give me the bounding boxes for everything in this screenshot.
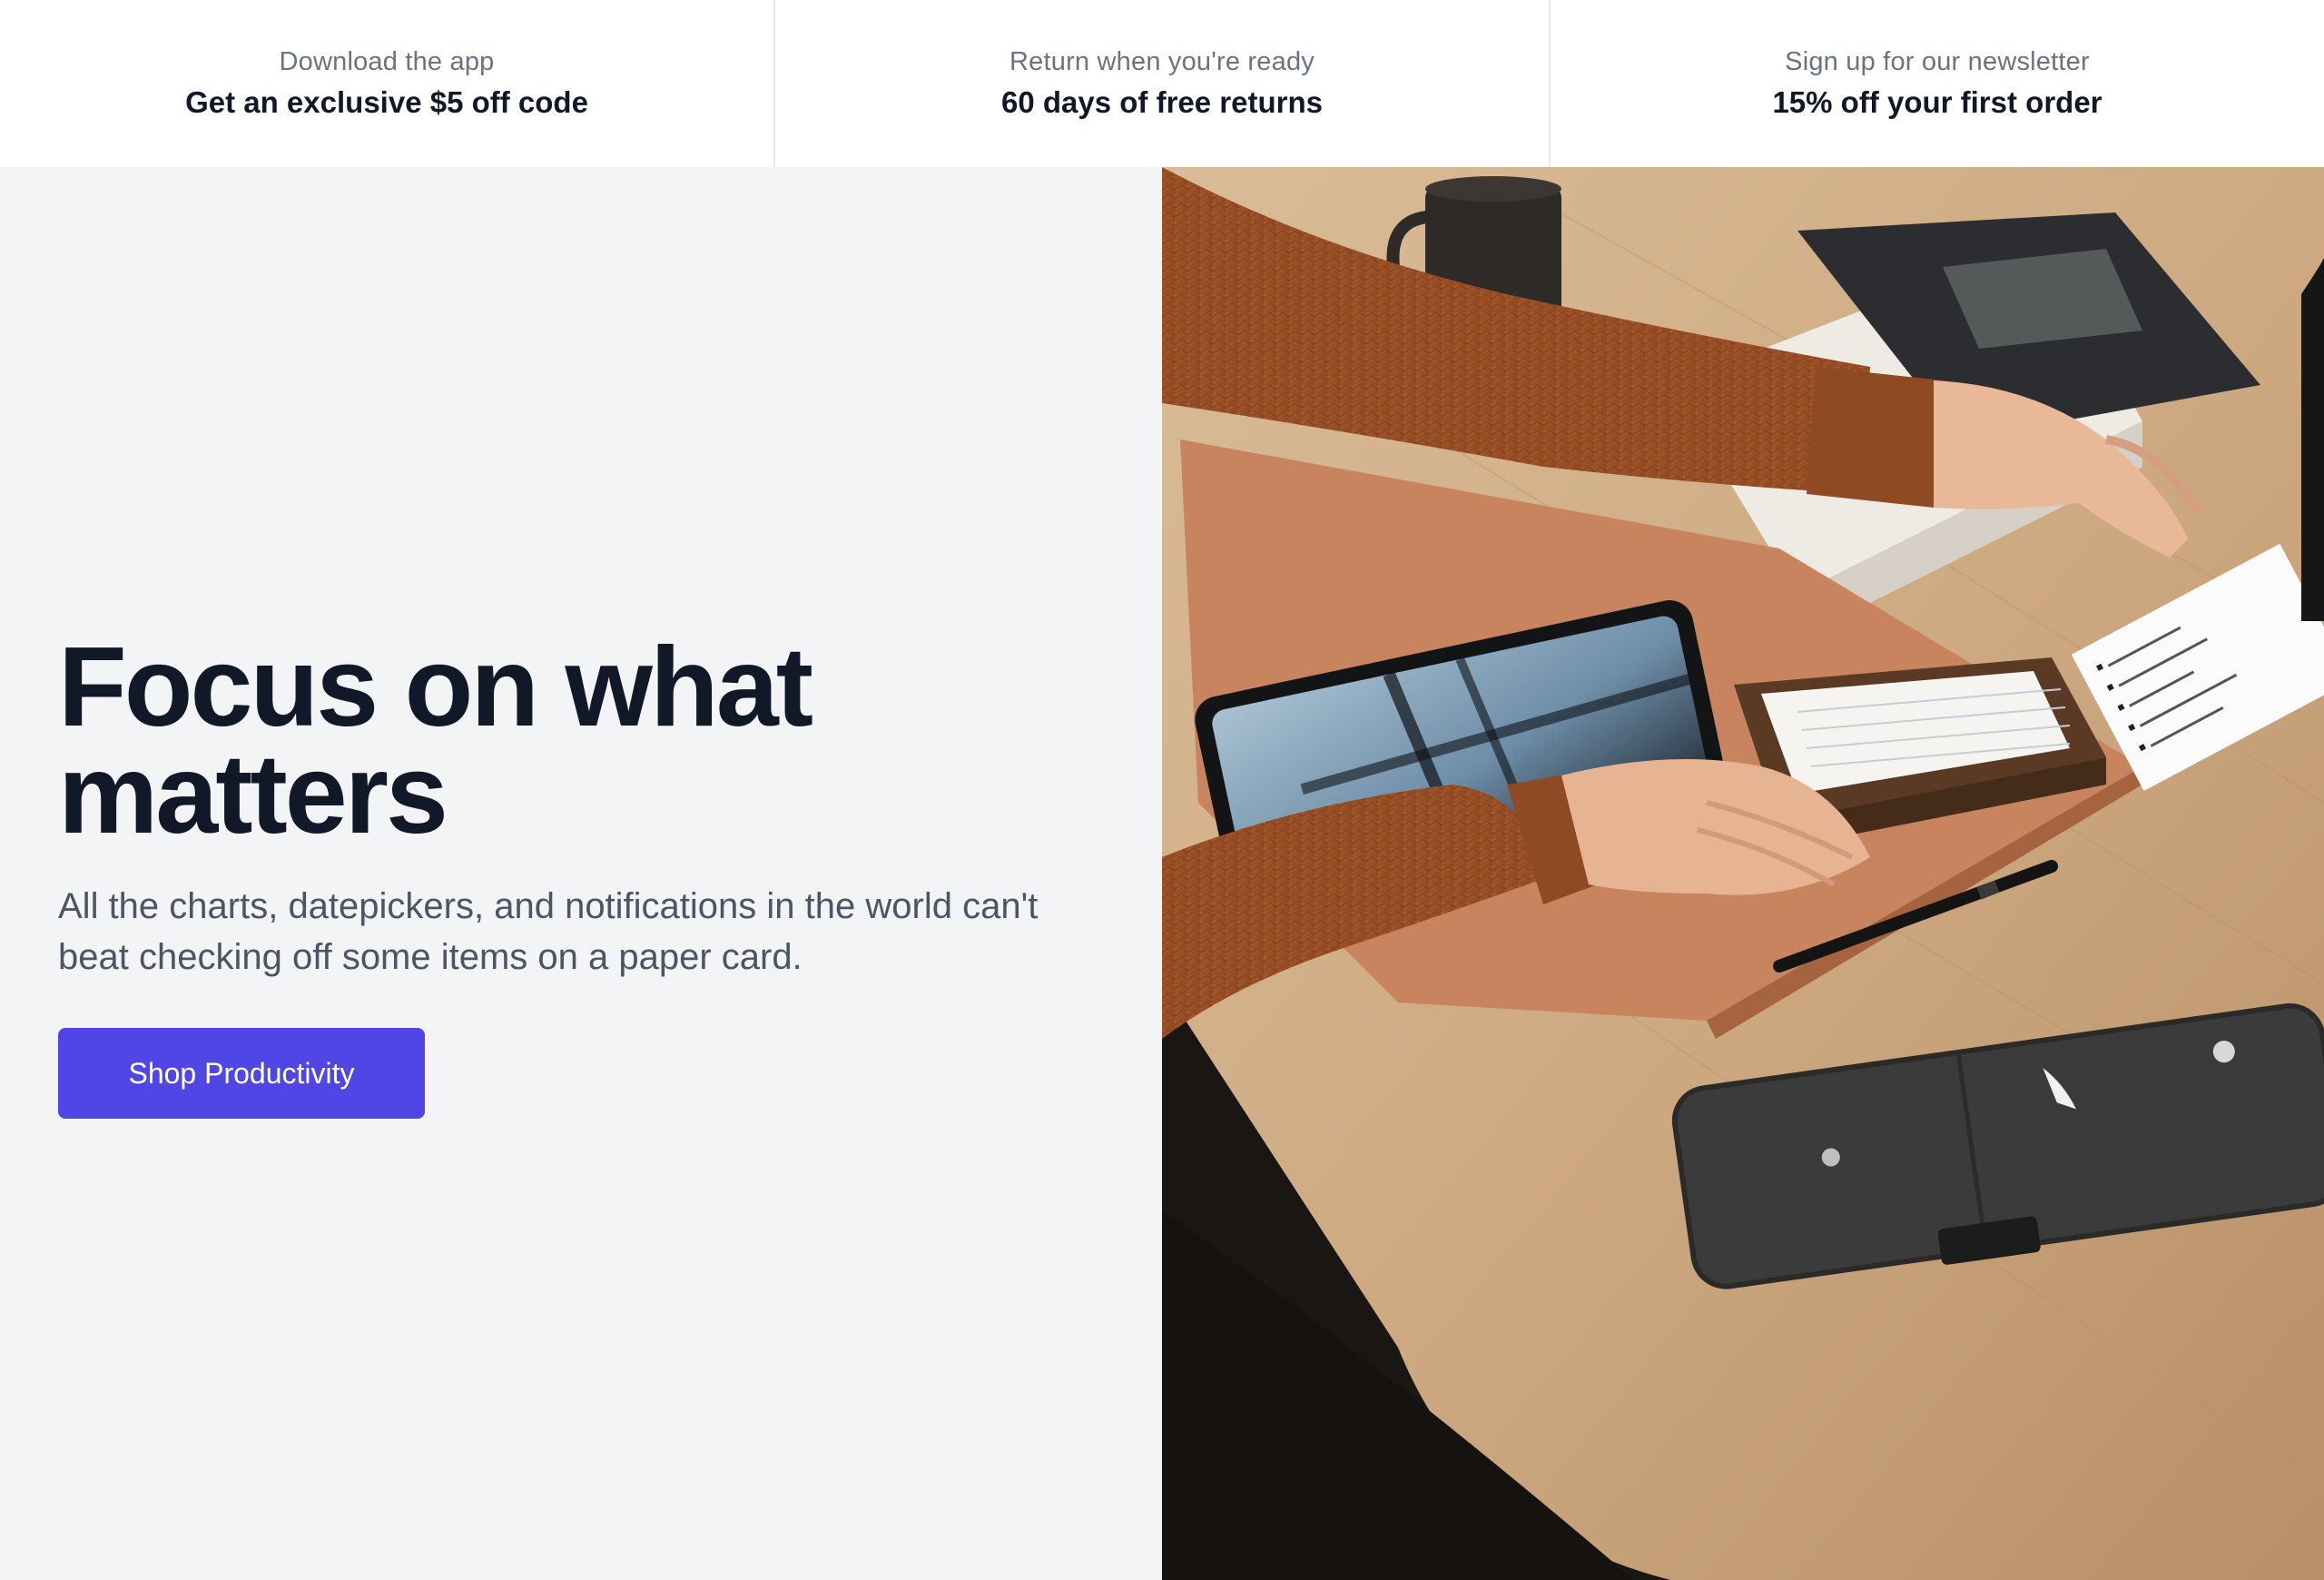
incentive-app: Download the app Get an exclusive $5 off…: [0, 0, 773, 167]
incentive-kicker: Sign up for our newsletter: [1785, 47, 2090, 76]
incentive-bar: Download the app Get an exclusive $5 off…: [0, 0, 2324, 167]
hero-text-panel: Focus on what matters All the charts, da…: [0, 167, 1162, 1580]
hero-subtitle: All the charts, datepickers, and notific…: [58, 886, 1039, 977]
incentive-newsletter: Sign up for our newsletter 15% off your …: [1549, 0, 2324, 167]
incentive-headline: 15% off your first order: [1772, 85, 2102, 119]
shop-productivity-button[interactable]: Shop Productivity: [58, 1028, 425, 1119]
hero-title: Focus on what matters: [58, 625, 813, 857]
incentive-returns: Return when you're ready 60 days of free…: [773, 0, 1549, 167]
hero-section: Focus on what matters All the charts, da…: [0, 167, 2324, 1580]
desk-photo-illustration: [1162, 167, 2324, 1580]
incentive-kicker: Download the app: [279, 47, 495, 76]
hero-image: [1162, 167, 2324, 1580]
incentive-kicker: Return when you're ready: [1009, 47, 1315, 76]
incentive-headline: 60 days of free returns: [1001, 85, 1323, 119]
incentive-headline: Get an exclusive $5 off code: [185, 85, 588, 119]
hero-copy: Focus on what matters All the charts, da…: [58, 625, 1075, 1119]
